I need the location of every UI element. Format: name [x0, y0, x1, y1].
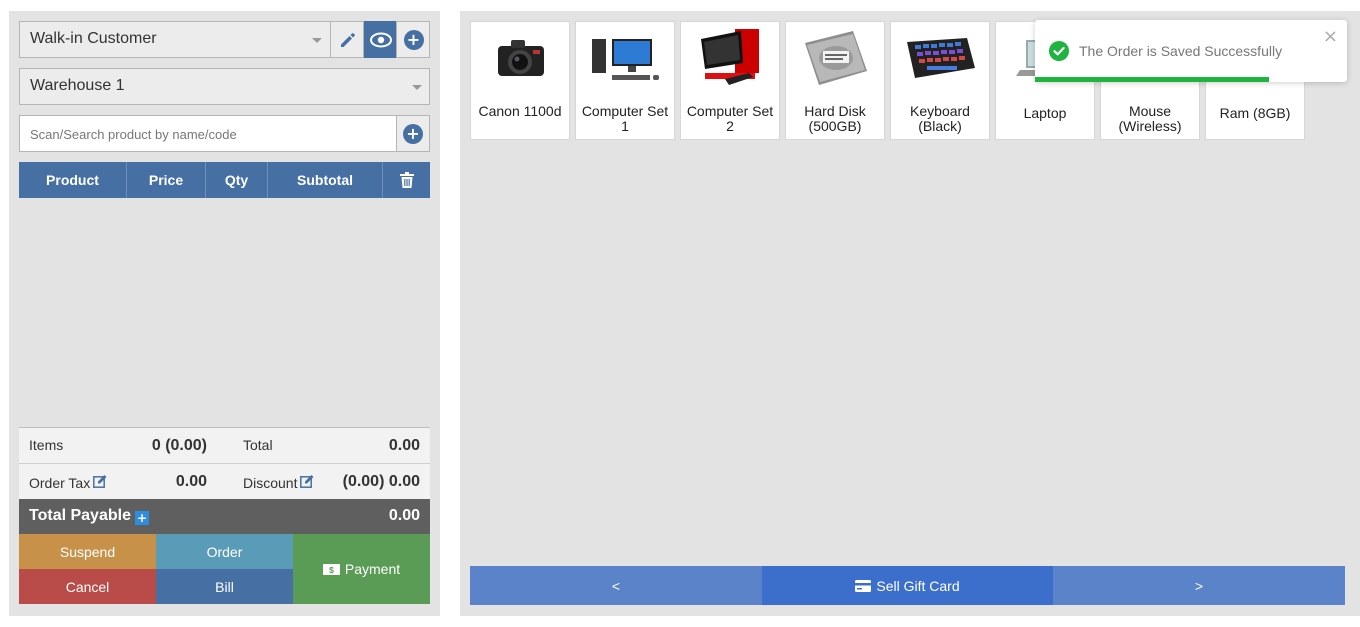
toast-progress-bar	[1035, 77, 1269, 82]
totals-row-tax: Order Tax 0.00 Discount (0.00) 0.00	[19, 464, 430, 500]
close-icon[interactable]: ×	[1323, 26, 1338, 47]
product-name: Mouse (Wireless)	[1118, 103, 1182, 134]
discount-value: (0.00) 0.00	[342, 473, 420, 490]
warehouse-select[interactable]: Warehouse 1	[19, 68, 430, 105]
money-icon: $	[322, 563, 340, 575]
next-page-button[interactable]: >	[1053, 566, 1345, 605]
plus-circle-icon: +	[403, 29, 424, 50]
prev-page-button[interactable]: <	[470, 566, 762, 605]
camera-icon	[485, 28, 557, 88]
product-search[interactable]: Scan/Search product by name/code	[19, 115, 397, 152]
sell-gift-card-button[interactable]: Sell Gift Card	[762, 566, 1053, 605]
discount-label: Discount	[243, 474, 315, 491]
suspend-button[interactable]: Suspend	[19, 534, 156, 569]
total-payable-bar: Total Payable + 0.00	[19, 499, 430, 534]
cancel-button[interactable]: Cancel	[19, 569, 156, 604]
hard-disk-icon	[800, 28, 872, 88]
check-circle-icon	[1049, 41, 1069, 61]
sell-gift-card-label: Sell Gift Card	[876, 577, 960, 594]
toast-message: The Order is Saved Successfully	[1079, 43, 1283, 59]
product-card[interactable]: Computer Set 2	[680, 21, 780, 140]
order-tax-label: Order Tax	[29, 474, 108, 491]
product-name: Computer Set 2	[686, 103, 774, 134]
chevron-down-icon	[312, 38, 322, 43]
pencil-icon	[340, 32, 355, 47]
customer-select-value: Walk-in Customer	[30, 30, 157, 47]
eye-icon	[369, 32, 392, 47]
product-card[interactable]: Keyboard (Black)	[890, 21, 990, 140]
column-header-product[interactable]: Product	[19, 162, 127, 198]
cart-panel: Walk-in Customer + Warehouse 1 Scan/Sear…	[9, 11, 440, 616]
totals-row-items: Items 0 (0.00) Total 0.00	[19, 428, 430, 464]
credit-card-icon	[855, 579, 872, 592]
product-card[interactable]: Canon 1100d	[470, 21, 570, 140]
product-name: Canon 1100d	[478, 103, 562, 119]
total-payable-value: 0.00	[388, 507, 420, 524]
plus-circle-icon: +	[403, 123, 423, 144]
edit-tax-icon[interactable]	[93, 474, 108, 491]
trash-icon	[399, 172, 414, 188]
edit-discount-icon[interactable]	[300, 474, 315, 491]
items-value: 0 (0.00)	[151, 437, 207, 454]
add-product-button[interactable]: +	[397, 115, 430, 152]
discount-label-text: Discount	[243, 475, 298, 491]
product-name: Keyboard (Black)	[910, 103, 970, 134]
edit-customer-button[interactable]	[330, 21, 364, 58]
warehouse-select-value: Warehouse 1	[30, 77, 125, 94]
order-tax-value: 0.00	[175, 473, 207, 490]
total-value: 0.00	[388, 437, 420, 454]
total-payable-label: Total Payable +	[29, 507, 149, 525]
product-name: Computer Set 1	[581, 103, 669, 134]
add-customer-button[interactable]: +	[396, 21, 430, 58]
chevron-down-icon	[412, 85, 422, 90]
cart-table-header: Product Price Qty Subtotal	[19, 162, 430, 198]
payment-button-label: Payment	[344, 561, 401, 577]
product-name: Hard Disk (500GB)	[804, 103, 866, 134]
desktop-computer-icon	[590, 28, 662, 88]
clear-cart-button[interactable]	[383, 162, 430, 198]
product-card[interactable]: Hard Disk (500GB)	[785, 21, 885, 140]
search-input[interactable]: Scan/Search product by name/code	[30, 127, 237, 142]
bill-button[interactable]: Bill	[156, 569, 293, 604]
items-label: Items	[29, 437, 64, 453]
product-name: Laptop	[1023, 105, 1067, 121]
column-header-price[interactable]: Price	[127, 162, 206, 198]
product-card[interactable]: Computer Set 1	[575, 21, 675, 140]
column-header-qty[interactable]: Qty	[206, 162, 268, 198]
customer-select[interactable]: Walk-in Customer +	[19, 21, 430, 58]
total-payable-label-text: Total Payable	[29, 507, 131, 524]
product-name: Ram (8GB)	[1219, 105, 1291, 121]
column-header-subtotal[interactable]: Subtotal	[268, 162, 383, 198]
totals-summary: Items 0 (0.00) Total 0.00 Order Tax 0.00…	[19, 427, 430, 499]
order-button[interactable]: Order	[156, 534, 293, 569]
svg-text:$: $	[329, 564, 334, 574]
keyboard-icon	[905, 28, 977, 88]
product-grid-panel: Canon 1100d Computer Set 1 Computer Set …	[460, 11, 1360, 616]
success-toast: The Order is Saved Successfully ×	[1035, 20, 1347, 82]
desktop-computer-icon	[695, 28, 767, 88]
total-label: Total	[243, 437, 273, 453]
plus-square-icon[interactable]: +	[134, 511, 149, 525]
view-customer-button[interactable]	[363, 21, 397, 58]
payment-button[interactable]: $ Payment	[293, 534, 430, 604]
order-tax-label-text: Order Tax	[29, 475, 91, 491]
